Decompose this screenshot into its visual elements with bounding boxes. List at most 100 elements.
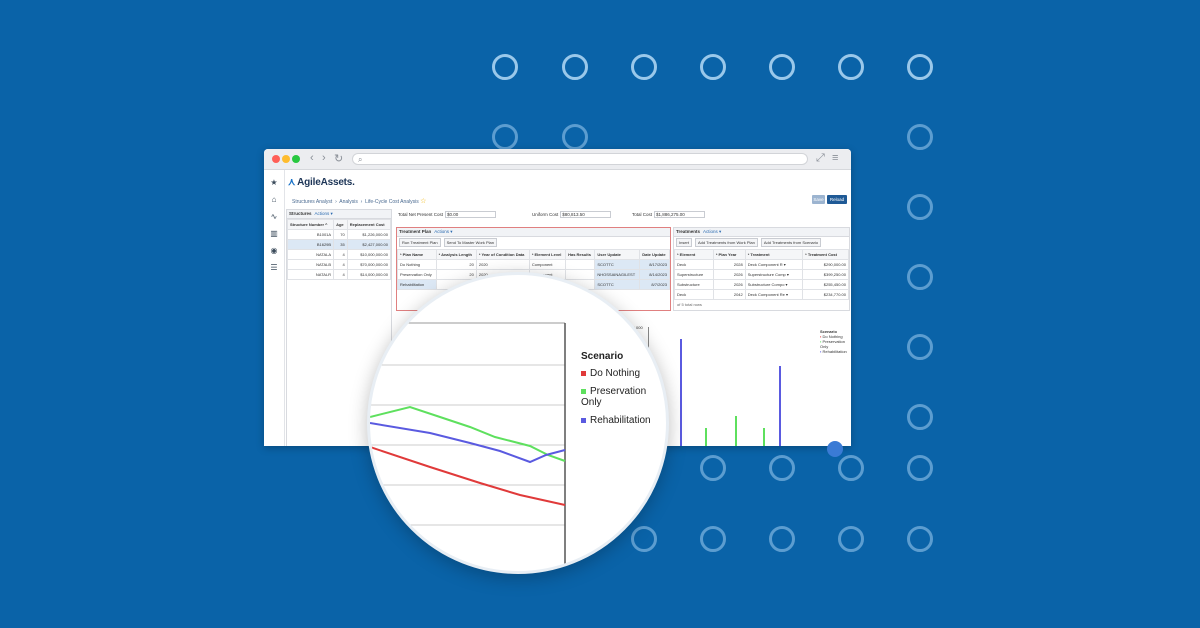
column-header[interactable]: Age — [333, 219, 348, 230]
table-row[interactable]: Superstructure 2026 Superstructure Comp ▾ $… — [674, 269, 849, 280]
treatments-panel: Treatments Actions ▾ Insert Add Treatments… — [673, 227, 850, 311]
decor-circle — [631, 526, 657, 552]
decor-circle — [838, 526, 864, 552]
reload-button[interactable]: Reload — [827, 195, 847, 204]
total-cost-input[interactable]: $1,886,275.00 — [654, 211, 706, 218]
decor-circle — [907, 404, 933, 430]
treatments-actions-menu[interactable]: Actions ▾ — [703, 229, 721, 234]
table-row[interactable]: Deck 2042 Deck Component Re ▾ $234,770.00 — [674, 289, 849, 300]
column-header[interactable]: Replacement Cost — [346, 219, 392, 230]
browser-toolbar: ‹ › ↻ ⌕ ⤢ ≡ — [264, 149, 851, 170]
address-bar[interactable]: ⌕ — [352, 153, 808, 165]
treatment-plan-actions-menu[interactable]: Actions ▾ — [434, 229, 452, 234]
help-button[interactable] — [827, 441, 843, 457]
treatments-title: Treatments Actions ▾ — [674, 228, 849, 237]
legend-swatch — [581, 371, 586, 376]
chart-bar — [779, 366, 781, 446]
maximize-window-button[interactable] — [292, 155, 300, 163]
chart-bar — [705, 428, 707, 446]
column-header[interactable]: * Element — [674, 249, 714, 260]
chart-icon[interactable]: ▥ — [264, 229, 284, 238]
column-header[interactable]: * Plan Year — [712, 249, 746, 260]
structures-table: Structure Number ^ Age Replacement Cost B1… — [286, 219, 392, 280]
table-row[interactable]: Do Nothing 20 2020 Component SCOTTC 8/17/2023 — [397, 259, 670, 270]
save-button[interactable]: Save — [812, 195, 825, 204]
table-row[interactable]: NATALA 4 $10,000,000.00 — [286, 249, 392, 260]
decor-circle — [907, 54, 933, 80]
star-icon[interactable]: ★ — [264, 178, 284, 187]
forward-icon[interactable]: › — [322, 152, 326, 164]
decor-circle — [492, 54, 518, 80]
add-from-scenario-button[interactable]: Add Treatments from Scenario — [760, 238, 822, 247]
logo-text: AgileAssets. — [297, 177, 355, 188]
table-row[interactable]: B1629B 35 $2,427,000.00 — [286, 239, 392, 250]
column-header[interactable]: * Plan Name — [397, 249, 437, 260]
column-header[interactable]: * Year of Condition Data — [475, 249, 530, 260]
table-row[interactable]: B1001A 70 $1,226,000.00 — [286, 229, 392, 240]
column-header[interactable]: Date Update — [639, 249, 670, 260]
decor-circle — [769, 526, 795, 552]
decor-circle — [907, 526, 933, 552]
decor-circle — [838, 54, 864, 80]
decor-circle — [700, 526, 726, 552]
breadcrumb: Structures Analyst › Analysis › Life-Cyc… — [292, 198, 427, 205]
decor-circle — [769, 54, 795, 80]
legend-label: Rehabilitation — [590, 415, 651, 426]
decor-circle — [907, 264, 933, 290]
search-icon: ⌕ — [358, 155, 363, 164]
breadcrumb-item[interactable]: Analysis — [339, 199, 358, 205]
legend-swatch — [581, 389, 586, 394]
pager: of 5 total rows — [677, 302, 702, 307]
favorite-star-icon[interactable]: ☆ — [420, 198, 426, 205]
column-header[interactable]: * Analysis Length — [435, 249, 477, 260]
treatments-table: * Element * Plan Year * Treatment * Trea… — [674, 249, 849, 300]
uniform-cost-input[interactable]: $80,813.50 — [560, 211, 612, 218]
trend-icon[interactable]: ∿ — [264, 212, 284, 221]
breadcrumb-item[interactable]: Structures Analyst — [292, 199, 332, 205]
breadcrumb-item: Life-Cycle Cost Analysis — [365, 199, 419, 205]
insert-button[interactable]: Insert — [676, 238, 693, 247]
column-header[interactable]: Structure Number ^ — [286, 219, 335, 230]
column-header[interactable]: User Update — [594, 249, 641, 260]
decor-circle — [700, 455, 726, 481]
back-icon[interactable]: ‹ — [310, 152, 314, 164]
total-cost-field: Total Cost $1,886,275.00 — [632, 211, 706, 218]
legend-swatch — [581, 418, 586, 423]
column-header[interactable]: * Treatment Cost — [802, 249, 849, 260]
refresh-icon[interactable]: ↻ — [334, 152, 343, 165]
globe-icon[interactable]: ◉ — [264, 246, 284, 255]
decor-circle — [769, 455, 795, 481]
npc-input[interactable]: $0.00 — [445, 211, 497, 218]
npc-field: Total Net Present Cost $0.00 — [398, 211, 497, 218]
table-row[interactable]: NATALB 4 $70,000,000.00 — [286, 259, 392, 270]
table-row[interactable]: Deck 2028 Deck Component R ▾ $290,000.00 — [674, 259, 849, 270]
bridge-icon[interactable]: ⌂ — [264, 195, 284, 204]
structures-actions-menu[interactable]: Actions ▾ — [315, 211, 333, 216]
decor-circle — [907, 124, 933, 150]
uniform-cost-field: Uniform Cost $80,813.50 — [532, 211, 612, 218]
legend-title: Scenario — [581, 351, 624, 362]
column-header[interactable]: Has Results — [565, 249, 596, 260]
minimize-window-button[interactable] — [282, 155, 290, 163]
close-window-button[interactable] — [272, 155, 280, 163]
column-header[interactable]: * Element Level — [528, 249, 567, 260]
send-to-master-work-plan-button[interactable]: Send To Master Work Plan — [443, 238, 498, 247]
list-icon[interactable]: ☰ — [264, 263, 284, 272]
logo: ⋏ AgileAssets. — [288, 177, 355, 188]
treatment-plan-title: Treatment Plan Actions ▾ — [397, 228, 670, 237]
decor-circle — [562, 54, 588, 80]
table-row[interactable]: Substructure 2026 Substructure Compo ▾ $255… — [674, 279, 849, 290]
legend-label: Do Nothing — [590, 368, 641, 379]
table-row[interactable]: NATALR 4 $14,000,000.00 — [286, 269, 392, 280]
do-nothing-series — [370, 446, 566, 506]
chart-bar — [763, 428, 765, 446]
chart-bar — [680, 339, 682, 446]
decor-circle — [492, 124, 518, 150]
decor-circle — [907, 334, 933, 360]
add-from-work-plan-button[interactable]: Add Treatments from Work Plan — [695, 238, 758, 247]
expand-icon[interactable]: ⤢ — [816, 152, 825, 165]
run-treatment-plan-button[interactable]: Run Treatment Plan — [399, 238, 441, 247]
decor-circle — [700, 54, 726, 80]
menu-icon[interactable]: ≡ — [832, 152, 838, 164]
column-header[interactable]: * Treatment — [744, 249, 804, 260]
